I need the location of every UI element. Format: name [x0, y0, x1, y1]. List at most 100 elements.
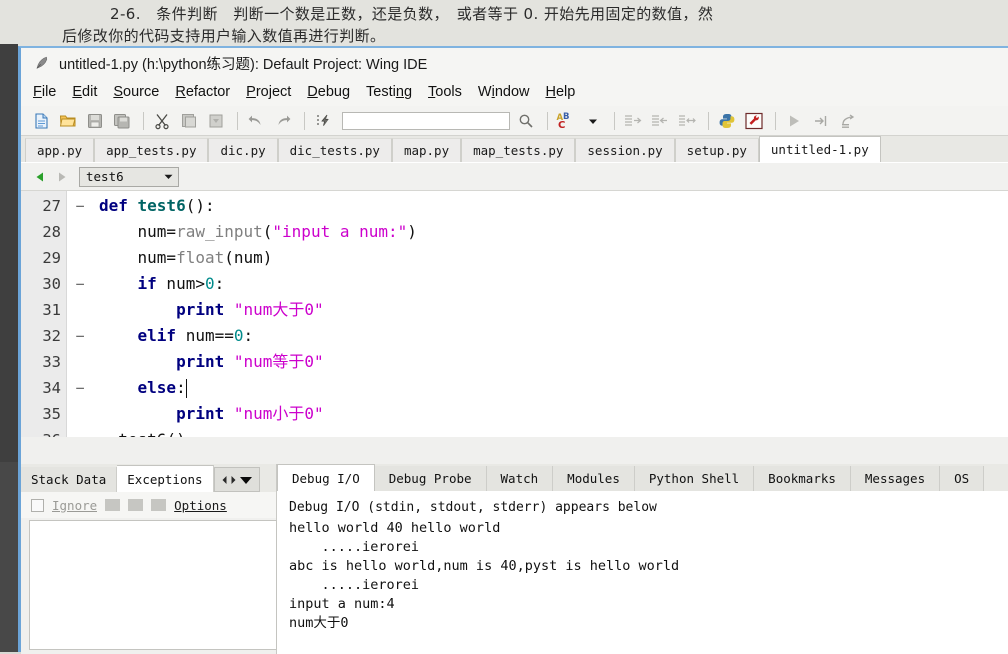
menu-window[interactable]: Window	[478, 84, 530, 100]
exceptions-list[interactable]	[29, 520, 277, 650]
tab-bookmarks[interactable]: Bookmarks	[754, 466, 851, 491]
fold-toggle-icon[interactable]: −	[73, 323, 87, 349]
line-number: 35	[42, 405, 61, 423]
code-line-30[interactable]: 30− if num>0:	[21, 271, 1008, 297]
svg-text:C: C	[558, 120, 565, 130]
file-tab-session-py[interactable]: session.py	[575, 138, 675, 162]
copy-icon[interactable]	[177, 109, 201, 133]
undo-arrow-icon[interactable]	[244, 109, 268, 133]
menu-source[interactable]: Source	[113, 84, 159, 100]
code-line-34[interactable]: 34− else:	[21, 375, 1008, 401]
menu-debug[interactable]: Debug	[307, 84, 350, 100]
code-line-32[interactable]: 32− elif num==0:	[21, 323, 1008, 349]
file-tab-dic-py[interactable]: dic.py	[208, 138, 278, 162]
window-title: untitled-1.py (h:\python练习题): Default Pr…	[59, 56, 428, 73]
menu-help[interactable]: Help	[545, 84, 575, 100]
file-tab-app-py[interactable]: app.py	[25, 138, 95, 162]
left-triangle-icon[interactable]	[29, 167, 51, 187]
menu-file[interactable]: File	[33, 84, 56, 100]
wing-ide-window: untitled-1.py (h:\python练习题): Default Pr…	[18, 46, 1008, 654]
file-tab-app-tests-py[interactable]: app_tests.py	[94, 138, 209, 162]
run-play-icon[interactable]	[782, 109, 806, 133]
exceptions-tab-bar: Stack Data Exceptions	[21, 464, 276, 492]
grid-button-icon[interactable]	[105, 499, 121, 511]
grid-button-icon[interactable]	[128, 499, 144, 511]
debug-io-output[interactable]: hello world 40 hello world .....ierorei a…	[277, 519, 1008, 633]
tab-os[interactable]: OS	[940, 466, 985, 491]
code-line-33[interactable]: 33 print "num等于0"	[21, 349, 1008, 375]
code-text: num=float(num)	[99, 248, 273, 267]
code-editor[interactable]: 27− def test6(): 28 num=raw_input("input a…	[21, 191, 1008, 437]
tab-watch[interactable]: Watch	[486, 466, 554, 491]
fold-toggle-icon[interactable]: −	[73, 271, 87, 297]
tab-stack-data[interactable]: Stack Data	[21, 467, 118, 492]
file-tab-map-tests-py[interactable]: map_tests.py	[461, 138, 576, 162]
feather-pen-icon	[33, 54, 51, 72]
code-line-27[interactable]: 27− def test6():	[21, 193, 1008, 219]
right-triangle-icon[interactable]	[51, 167, 73, 187]
code-line-28[interactable]: 28 num=raw_input("input a num:")	[21, 219, 1008, 245]
search-magnifier-icon[interactable]	[514, 109, 538, 133]
file-tab-setup-py[interactable]: setup.py	[674, 138, 759, 162]
symbol-selector-combo[interactable]: test6	[79, 166, 179, 187]
file-tab-map-py[interactable]: map.py	[391, 138, 462, 162]
grid-button-icon[interactable]	[151, 499, 167, 511]
code-line-29[interactable]: 29 num=float(num)	[21, 245, 1008, 271]
line-number: 27	[42, 197, 61, 215]
tab-modules[interactable]: Modules	[553, 466, 635, 491]
fold-toggle-icon[interactable]: −	[73, 375, 87, 401]
step-into-icon[interactable]	[809, 109, 833, 133]
debug-wrench-icon[interactable]	[742, 109, 766, 133]
spellcheck-abc-icon[interactable]: A B C	[554, 109, 578, 133]
toolbar-separator	[237, 111, 238, 130]
step-over-icon[interactable]	[836, 109, 860, 133]
menu-edit[interactable]: Edit	[72, 84, 97, 100]
indent-both-icon[interactable]	[675, 109, 699, 133]
menu-tools[interactable]: Tools	[428, 84, 462, 100]
output-line: input a num:4	[289, 596, 395, 612]
paste-icon[interactable]	[204, 109, 228, 133]
new-file-icon[interactable]	[29, 109, 53, 133]
cut-scissors-icon[interactable]	[150, 109, 174, 133]
debug-io-tab-bar: Debug I/O Debug Probe Watch Modules Python S…	[277, 464, 1008, 492]
line-number: 33	[42, 353, 61, 371]
ignore-checkbox[interactable]	[31, 498, 44, 512]
line-number: 28	[42, 223, 61, 241]
open-folder-icon[interactable]	[56, 109, 80, 133]
indent-right-icon[interactable]	[621, 109, 645, 133]
text-caret	[185, 379, 188, 398]
python-shell-icon[interactable]	[715, 109, 739, 133]
menu-testing[interactable]: Testing	[366, 84, 412, 100]
toolbar-separator	[614, 111, 615, 130]
fold-toggle-icon[interactable]: −	[73, 193, 87, 219]
tab-messages[interactable]: Messages	[850, 466, 941, 491]
redo-arrow-icon[interactable]	[271, 109, 295, 133]
tab-debug-i-o[interactable]: Debug I/O	[277, 464, 375, 491]
tab-debug-probe[interactable]: Debug Probe	[374, 466, 487, 491]
line-number: 34	[42, 379, 61, 397]
menu-refactor[interactable]: Refactor	[175, 84, 230, 100]
tab-python-shell[interactable]: Python Shell	[634, 466, 755, 491]
options-button[interactable]: Options	[174, 498, 227, 513]
code-text: num=raw_input("input a num:")	[99, 222, 417, 241]
code-line-35[interactable]: 35 print "num小于0"	[21, 401, 1008, 427]
tab-exceptions[interactable]: Exceptions	[117, 465, 214, 492]
window-titlebar: untitled-1.py (h:\python练习题): Default Pr…	[21, 48, 1008, 78]
panel-scroll-controls[interactable]	[213, 467, 260, 492]
menu-project[interactable]: Project	[246, 84, 291, 100]
file-tab-untitled-1-py[interactable]: untitled-1.py	[758, 136, 881, 162]
save-icon[interactable]	[83, 109, 107, 133]
save-all-icon[interactable]	[110, 109, 134, 133]
search-input[interactable]	[342, 111, 510, 130]
code-text: else:	[137, 378, 186, 397]
code-line-36[interactable]: 36 test6()	[21, 427, 1008, 437]
indent-left-icon[interactable]	[648, 109, 672, 133]
code-text: print "num小于0"	[176, 404, 324, 423]
output-line: .....ierorei	[289, 577, 420, 593]
file-tab-dic-tests-py[interactable]: dic_tests.py	[277, 138, 392, 162]
dropdown-caret-icon[interactable]	[581, 109, 605, 133]
code-line-31[interactable]: 31 print "num大于0"	[21, 297, 1008, 323]
source-navigation-bar: test6	[21, 163, 1008, 191]
debug-io-panel: Debug I/O Debug Probe Watch Modules Python S…	[277, 464, 1008, 654]
goto-selection-icon[interactable]	[311, 109, 335, 133]
